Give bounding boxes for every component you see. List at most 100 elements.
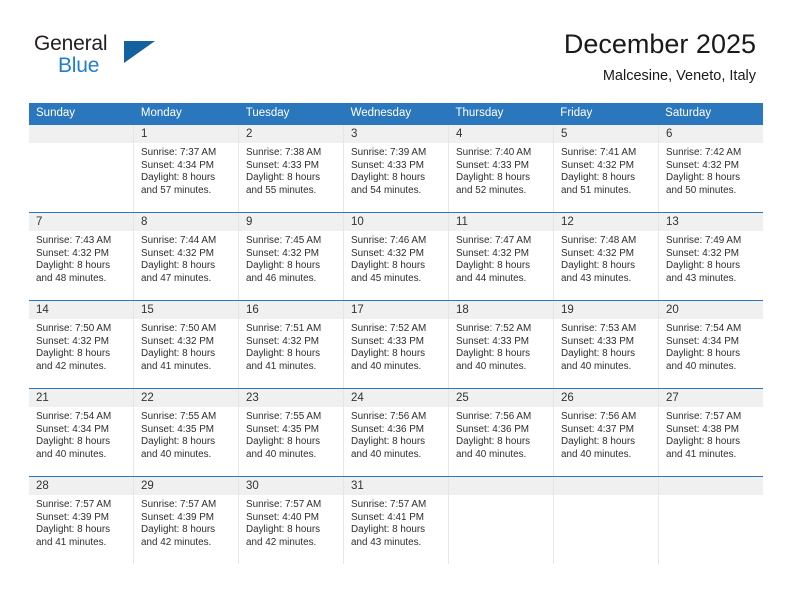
sunrise-text: Sunrise: 7:55 AM: [246, 411, 322, 422]
daylight-text-line2: and 43 minutes.: [351, 536, 422, 548]
daylight-text-line2: and 42 minutes.: [246, 536, 317, 548]
weekday-header-thursday: Thursday: [455, 107, 504, 119]
day-cell[interactable]: 7 Sunrise: 7:43 AM Sunset: 4:32 PM Dayli…: [29, 213, 134, 300]
day-cell[interactable]: [554, 477, 659, 564]
day-cell[interactable]: 2 Sunrise: 7:38 AM Sunset: 4:33 PM Dayli…: [239, 125, 344, 212]
weekday-header-wednesday: Wednesday: [350, 107, 412, 119]
weekday-header-friday: Friday: [560, 107, 593, 119]
sunrise-text: Sunrise: 7:38 AM: [246, 147, 322, 158]
day-cell[interactable]: 28 Sunrise: 7:57 AM Sunset: 4:39 PM Dayl…: [29, 477, 134, 564]
calendar-page: General Blue December 2025 Malcesine, Ve…: [0, 0, 792, 612]
day-cell[interactable]: 11 Sunrise: 7:47 AM Sunset: 4:32 PM Dayl…: [449, 213, 554, 300]
day-number: 14: [29, 301, 133, 319]
daylight-text-line1: Daylight: 8 hours: [561, 260, 636, 272]
sunrise-text: Sunrise: 7:56 AM: [561, 411, 637, 422]
day-cell[interactable]: 9 Sunrise: 7:45 AM Sunset: 4:32 PM Dayli…: [239, 213, 344, 300]
sunrise-text: Sunrise: 7:56 AM: [351, 411, 427, 422]
day-cell[interactable]: 16 Sunrise: 7:51 AM Sunset: 4:32 PM Dayl…: [239, 301, 344, 388]
day-details: Sunrise: 7:46 AM Sunset: 4:32 PM Dayligh…: [344, 231, 448, 285]
day-cell[interactable]: [449, 477, 554, 564]
day-details: Sunrise: 7:57 AM Sunset: 4:41 PM Dayligh…: [344, 495, 448, 549]
day-cell[interactable]: 22 Sunrise: 7:55 AM Sunset: 4:35 PM Dayl…: [134, 389, 239, 476]
day-cell[interactable]: 24 Sunrise: 7:56 AM Sunset: 4:36 PM Dayl…: [344, 389, 449, 476]
day-details: Sunrise: 7:57 AM Sunset: 4:39 PM Dayligh…: [29, 495, 133, 549]
daylight-text-line1: Daylight: 8 hours: [666, 436, 741, 448]
weekday-header-row: Sunday Monday Tuesday Wednesday Thursday…: [29, 103, 763, 124]
sunset-text: Sunset: 4:32 PM: [246, 335, 320, 347]
day-details: Sunrise: 7:53 AM Sunset: 4:33 PM Dayligh…: [554, 319, 658, 373]
day-cell[interactable]: 23 Sunrise: 7:55 AM Sunset: 4:35 PM Dayl…: [239, 389, 344, 476]
day-cell[interactable]: 3 Sunrise: 7:39 AM Sunset: 4:33 PM Dayli…: [344, 125, 449, 212]
day-cell[interactable]: [659, 477, 763, 564]
sunrise-text: Sunrise: 7:40 AM: [456, 147, 532, 158]
daylight-text-line1: Daylight: 8 hours: [561, 172, 636, 184]
day-cell[interactable]: 26 Sunrise: 7:56 AM Sunset: 4:37 PM Dayl…: [554, 389, 659, 476]
day-cell[interactable]: 4 Sunrise: 7:40 AM Sunset: 4:33 PM Dayli…: [449, 125, 554, 212]
calendar-week-row: 28 Sunrise: 7:57 AM Sunset: 4:39 PM Dayl…: [29, 476, 763, 564]
day-cell[interactable]: 30 Sunrise: 7:57 AM Sunset: 4:40 PM Dayl…: [239, 477, 344, 564]
day-cell[interactable]: 12 Sunrise: 7:48 AM Sunset: 4:32 PM Dayl…: [554, 213, 659, 300]
daylight-text-line2: and 54 minutes.: [351, 184, 422, 196]
day-cell[interactable]: 1 Sunrise: 7:37 AM Sunset: 4:34 PM Dayli…: [134, 125, 239, 212]
day-details: Sunrise: 7:45 AM Sunset: 4:32 PM Dayligh…: [239, 231, 343, 285]
day-cell[interactable]: 13 Sunrise: 7:49 AM Sunset: 4:32 PM Dayl…: [659, 213, 763, 300]
sunrise-text: Sunrise: 7:57 AM: [141, 499, 217, 510]
day-number: 22: [134, 389, 238, 407]
day-details: Sunrise: 7:47 AM Sunset: 4:32 PM Dayligh…: [449, 231, 553, 285]
sunrise-text: Sunrise: 7:37 AM: [141, 147, 217, 158]
day-cell[interactable]: 5 Sunrise: 7:41 AM Sunset: 4:32 PM Dayli…: [554, 125, 659, 212]
day-number: 27: [659, 389, 763, 407]
daylight-text-line1: Daylight: 8 hours: [456, 436, 531, 448]
daylight-text-line2: and 43 minutes.: [666, 272, 737, 284]
sunset-text: Sunset: 4:39 PM: [141, 511, 215, 523]
sunrise-text: Sunrise: 7:50 AM: [36, 323, 112, 334]
daylight-text-line1: Daylight: 8 hours: [351, 172, 426, 184]
day-cell[interactable]: 29 Sunrise: 7:57 AM Sunset: 4:39 PM Dayl…: [134, 477, 239, 564]
daylight-text-line1: Daylight: 8 hours: [456, 172, 531, 184]
day-number: [554, 477, 658, 495]
daylight-text-line2: and 52 minutes.: [456, 184, 527, 196]
day-cell[interactable]: 20 Sunrise: 7:54 AM Sunset: 4:34 PM Dayl…: [659, 301, 763, 388]
day-details: Sunrise: 7:50 AM Sunset: 4:32 PM Dayligh…: [134, 319, 238, 373]
sunset-text: Sunset: 4:33 PM: [456, 159, 530, 171]
day-number: 2: [239, 125, 343, 143]
day-cell[interactable]: 8 Sunrise: 7:44 AM Sunset: 4:32 PM Dayli…: [134, 213, 239, 300]
day-number: 11: [449, 213, 553, 231]
day-cell[interactable]: 31 Sunrise: 7:57 AM Sunset: 4:41 PM Dayl…: [344, 477, 449, 564]
daylight-text-line2: and 57 minutes.: [141, 184, 212, 196]
daylight-text-line2: and 42 minutes.: [36, 360, 107, 372]
sunrise-text: Sunrise: 7:57 AM: [246, 499, 322, 510]
daylight-text-line1: Daylight: 8 hours: [666, 348, 741, 360]
day-cell[interactable]: 15 Sunrise: 7:50 AM Sunset: 4:32 PM Dayl…: [134, 301, 239, 388]
day-cell[interactable]: 10 Sunrise: 7:46 AM Sunset: 4:32 PM Dayl…: [344, 213, 449, 300]
sunset-text: Sunset: 4:39 PM: [36, 511, 110, 523]
day-details: Sunrise: 7:57 AM Sunset: 4:40 PM Dayligh…: [239, 495, 343, 549]
sunset-text: Sunset: 4:32 PM: [36, 335, 110, 347]
daylight-text-line2: and 48 minutes.: [36, 272, 107, 284]
day-cell[interactable]: 19 Sunrise: 7:53 AM Sunset: 4:33 PM Dayl…: [554, 301, 659, 388]
day-cell[interactable]: 21 Sunrise: 7:54 AM Sunset: 4:34 PM Dayl…: [29, 389, 134, 476]
day-number: 15: [134, 301, 238, 319]
day-number: 5: [554, 125, 658, 143]
daylight-text-line1: Daylight: 8 hours: [456, 348, 531, 360]
day-cell[interactable]: 27 Sunrise: 7:57 AM Sunset: 4:38 PM Dayl…: [659, 389, 763, 476]
sunrise-text: Sunrise: 7:49 AM: [666, 235, 742, 246]
day-cell[interactable]: 6 Sunrise: 7:42 AM Sunset: 4:32 PM Dayli…: [659, 125, 763, 212]
day-cell[interactable]: 14 Sunrise: 7:50 AM Sunset: 4:32 PM Dayl…: [29, 301, 134, 388]
daylight-text-line1: Daylight: 8 hours: [246, 260, 321, 272]
daylight-text-line2: and 47 minutes.: [141, 272, 212, 284]
sunrise-text: Sunrise: 7:42 AM: [666, 147, 742, 158]
daylight-text-line2: and 40 minutes.: [351, 448, 422, 460]
day-number: 6: [659, 125, 763, 143]
day-number: 8: [134, 213, 238, 231]
day-cell[interactable]: 17 Sunrise: 7:52 AM Sunset: 4:33 PM Dayl…: [344, 301, 449, 388]
day-cell[interactable]: [29, 125, 134, 212]
day-cell[interactable]: 18 Sunrise: 7:52 AM Sunset: 4:33 PM Dayl…: [449, 301, 554, 388]
general-blue-logo[interactable]: General Blue: [34, 32, 155, 86]
day-number: 28: [29, 477, 133, 495]
daylight-text-line1: Daylight: 8 hours: [36, 436, 111, 448]
daylight-text-line2: and 40 minutes.: [246, 448, 317, 460]
sunset-text: Sunset: 4:32 PM: [561, 159, 635, 171]
day-cell[interactable]: 25 Sunrise: 7:56 AM Sunset: 4:36 PM Dayl…: [449, 389, 554, 476]
daylight-text-line2: and 43 minutes.: [561, 272, 632, 284]
